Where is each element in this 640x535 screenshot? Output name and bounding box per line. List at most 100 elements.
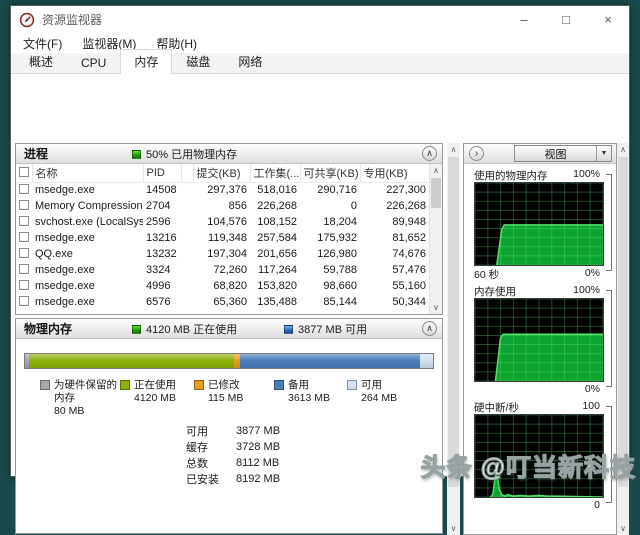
- column-header-private[interactable]: 专用(KB): [359, 164, 429, 183]
- row-checkbox-cell[interactable]: [16, 214, 32, 230]
- process-shareable: 175,932: [317, 232, 357, 244]
- legend-item-hardware-reserved: 为硬件保留的内存 80 MB: [40, 379, 120, 418]
- stats-value: 3728 MB: [236, 441, 281, 453]
- process-shareable: 59,788: [323, 264, 357, 276]
- memory-bar-segment-in-use: [29, 354, 235, 368]
- row-checkbox-cell[interactable]: [16, 198, 32, 214]
- process-private: 55,160: [392, 280, 426, 292]
- process-working-set: 117,264: [258, 264, 297, 276]
- graph-title: 硬中断/秒: [474, 402, 519, 414]
- select-all-checkbox[interactable]: [19, 166, 29, 177]
- scroll-up-icon[interactable]: ∧: [430, 164, 442, 177]
- stats-label: 可用: [186, 426, 208, 438]
- memory-usage-icon: [132, 149, 141, 159]
- column-header-commit[interactable]: 提交(KB): [192, 164, 250, 183]
- table-row[interactable]: msedge.exe 6576 65,360 135,488 85,144 50,344: [16, 294, 429, 310]
- table-row[interactable]: svchost.exe (LocalSystemN...2596 104,576 1…: [16, 214, 429, 230]
- expand-pane-button[interactable]: ›: [469, 146, 484, 161]
- column-header-pid[interactable]: PID: [142, 164, 181, 183]
- scroll-down-icon[interactable]: ∨: [447, 522, 460, 535]
- minimize-button[interactable]: –: [503, 6, 545, 33]
- process-private: 89,948: [392, 216, 426, 228]
- graph-min-label: 0%: [584, 383, 600, 395]
- process-private: 81,652: [392, 232, 426, 244]
- row-checkbox[interactable]: [19, 296, 29, 306]
- process-commit: 856: [228, 200, 247, 212]
- process-name: msedge.exe: [35, 264, 95, 276]
- row-checkbox[interactable]: [19, 232, 29, 242]
- legend-color-icon: [120, 380, 130, 390]
- scrollbar-thumb[interactable]: [618, 157, 628, 487]
- scroll-down-icon[interactable]: ∨: [430, 301, 442, 314]
- table-row[interactable]: msedge.exe 4996 68,820 153,820 98,660 55,160: [16, 278, 429, 294]
- scrollbar-thumb[interactable]: [448, 157, 459, 487]
- column-header-shareable[interactable]: 可共享(KB): [299, 164, 360, 183]
- scroll-up-icon[interactable]: ∧: [617, 143, 629, 156]
- chevron-down-icon[interactable]: ▼: [596, 146, 611, 161]
- legend-color-icon: [40, 380, 50, 390]
- process-private: 226,268: [386, 200, 426, 212]
- tab-磁盘[interactable]: 磁盘: [172, 49, 224, 73]
- table-row[interactable]: QQ.exe 13232 197,304 201,656 126,980 74,676: [16, 246, 429, 262]
- stats-row: 缓存 3728 MB: [186, 439, 280, 455]
- row-checkbox[interactable]: [19, 248, 29, 258]
- process-shareable: 290,716: [317, 184, 357, 197]
- memory-bar-segment-standby: [240, 354, 420, 368]
- scroll-up-icon[interactable]: ∧: [447, 143, 460, 156]
- in-use-icon: [132, 324, 141, 334]
- process-panel-status: 50% 已用物理内存: [132, 144, 237, 164]
- memory-panel-header[interactable]: 物理内存 4120 MB 正在使用 3877 MB 可用 ∧: [16, 319, 442, 339]
- tab-概述[interactable]: 概述: [15, 49, 67, 73]
- process-name: msedge.exe: [35, 184, 95, 197]
- tab-网络[interactable]: 网络: [224, 49, 276, 73]
- column-header-name[interactable]: 名称: [31, 164, 143, 183]
- process-name: msedge.exe: [35, 296, 95, 308]
- collapse-memory-panel-button[interactable]: ∧: [422, 321, 437, 336]
- process-pid: 3324: [146, 264, 171, 276]
- collapse-process-panel-button[interactable]: ∧: [422, 146, 437, 161]
- row-checkbox-cell[interactable]: [16, 278, 32, 294]
- stats-label: 缓存: [186, 442, 208, 454]
- table-row[interactable]: msedge.exe 14508 297,376 518,016 290,716 227,…: [16, 182, 429, 198]
- row-checkbox[interactable]: [19, 200, 29, 210]
- process-pid: 13232: [146, 248, 177, 260]
- maximize-button[interactable]: □: [545, 6, 587, 33]
- row-checkbox-cell[interactable]: [16, 230, 32, 246]
- stats-label: 总数: [186, 458, 208, 470]
- table-row[interactable]: msedge.exe 13216 119,348 257,584 175,932 81,6…: [16, 230, 429, 246]
- legend-item-modified: 已修改 115 MB: [194, 379, 274, 418]
- process-table-scrollbar[interactable]: ∧ ∨: [429, 164, 442, 314]
- scrollbar-thumb[interactable]: [431, 178, 441, 208]
- table-row[interactable]: msedge.exe 3324 72,260 117,264 59,788 57,476: [16, 262, 429, 278]
- process-name: QQ.exe: [35, 248, 73, 260]
- row-checkbox-cell[interactable]: [16, 294, 32, 310]
- legend-item-standby: 备用 3613 MB: [274, 379, 347, 418]
- view-button[interactable]: 视图 ▼: [514, 145, 612, 162]
- row-checkbox-cell[interactable]: [16, 246, 32, 262]
- row-checkbox[interactable]: [19, 184, 29, 195]
- stats-value: 8112 MB: [236, 457, 280, 469]
- close-button[interactable]: ×: [587, 6, 629, 33]
- process-commit: 297,376: [207, 184, 247, 197]
- process-working-set: 108,152: [257, 216, 297, 228]
- legend-label: 为硬件保留的内存 80 MB: [54, 379, 117, 417]
- row-checkbox[interactable]: [19, 264, 29, 274]
- scroll-down-icon[interactable]: ∨: [617, 522, 629, 535]
- row-checkbox[interactable]: [19, 216, 29, 226]
- row-checkbox[interactable]: [19, 280, 29, 290]
- tab-CPU[interactable]: CPU: [67, 52, 120, 73]
- process-private: 57,476: [392, 264, 426, 276]
- row-checkbox-cell[interactable]: [16, 182, 32, 198]
- column-header-spacer[interactable]: [180, 164, 193, 183]
- process-panel-title: 进程: [24, 147, 49, 161]
- graph-title: 内存使用: [474, 286, 516, 298]
- row-checkbox-cell[interactable]: [16, 262, 32, 278]
- process-commit: 65,360: [213, 296, 247, 308]
- tab-内存[interactable]: 内存: [120, 49, 173, 74]
- table-row[interactable]: Memory Compression 2704 856 226,268 0 226,268: [16, 198, 429, 214]
- select-all-checkbox-cell[interactable]: [16, 164, 32, 183]
- column-header-working-set[interactable]: 工作集(...: [249, 164, 300, 183]
- graph-使用的物理内存: 使用的物理内存 100% 60 秒 0%: [472, 168, 612, 281]
- process-panel-header[interactable]: 进程 50% 已用物理内存 ∧: [16, 144, 442, 164]
- process-pid: 13216: [146, 232, 177, 244]
